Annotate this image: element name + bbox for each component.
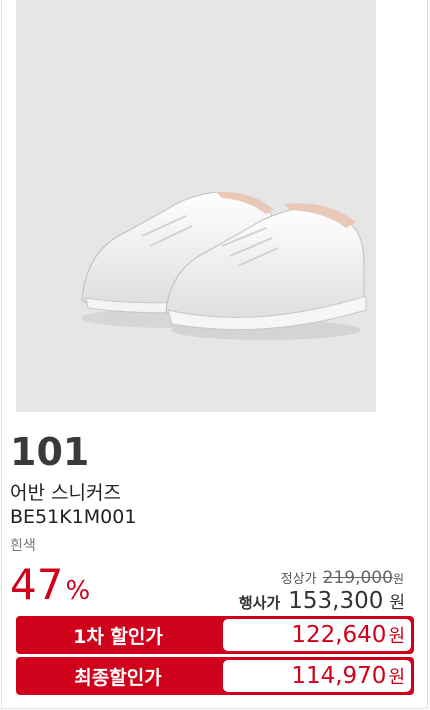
event-price-value: 153,300 (288, 588, 384, 614)
first-discount-unit: 원 (388, 626, 405, 647)
regular-price-unit: 원 (392, 572, 404, 586)
product-code: BE51K1M001 (10, 506, 137, 528)
product-image[interactable] (16, 0, 376, 412)
final-discount-unit: 원 (388, 667, 405, 688)
sneaker-image (81, 191, 367, 340)
final-discount-label: 최종할인가 (74, 666, 162, 689)
event-price-label: 행사가 (238, 594, 281, 612)
first-discount-price: 1차 할인가 122,640 원 (16, 616, 414, 654)
first-discount-box: 122,640 원 (223, 619, 411, 651)
product-color: 흰색 (10, 538, 36, 554)
brand-name: 101 (10, 430, 90, 474)
regular-price: 정상가 219,000 원 (281, 568, 404, 588)
final-discount-box: 114,970 원 (223, 660, 411, 692)
regular-price-value: 219,000 (322, 568, 393, 588)
product-name[interactable]: 어반 스니커즈 (10, 478, 121, 505)
event-price: 행사가 153,300 원 (239, 588, 405, 614)
event-price-unit: 원 (389, 593, 405, 613)
final-discount-value: 114,970 (291, 663, 387, 689)
discount-value: 47 (10, 560, 64, 609)
first-discount-label: 1차 할인가 (73, 625, 163, 648)
discount-rate: 47 % (10, 560, 90, 609)
discount-unit: % (65, 576, 91, 606)
regular-price-label: 정상가 (280, 572, 317, 587)
first-discount-value: 122,640 (291, 622, 387, 648)
final-discount-price: 최종할인가 114,970 원 (16, 657, 414, 695)
product-card[interactable]: 101 어반 스니커즈 BE51K1M001 흰색 47 % 정상가 219,0… (1, 0, 428, 709)
